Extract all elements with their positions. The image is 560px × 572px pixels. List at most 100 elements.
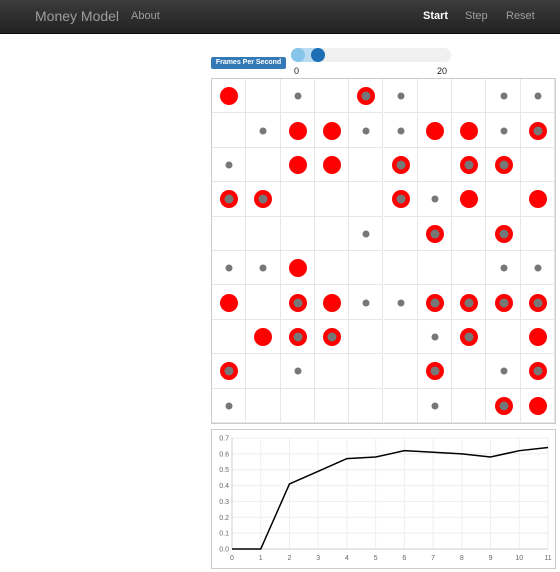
fps-slider[interactable] <box>291 48 451 62</box>
grid-cell <box>452 79 487 114</box>
agent-dot <box>430 366 440 376</box>
wealth-chart: 0.0 0.1 0.2 0.3 0.4 0.5 0.6 0.7 0 1 2 3 4 5 6 7 8 9 10 11 <box>211 429 556 569</box>
agent-dot <box>500 127 508 135</box>
x-tick-label: 7 <box>431 555 435 562</box>
grid-cell <box>452 354 487 389</box>
agent-dot <box>259 127 267 135</box>
agent-dot <box>500 92 508 100</box>
x-tick-label: 8 <box>460 555 464 562</box>
start-button[interactable]: Start <box>423 10 448 22</box>
agent-dot <box>361 91 371 101</box>
agent-dot <box>397 299 405 307</box>
grid-cell <box>349 182 384 217</box>
grid-cell <box>246 79 281 114</box>
agent-dot <box>362 127 370 135</box>
grid-cell <box>383 388 418 423</box>
agent-dot <box>533 298 543 308</box>
agent-dot <box>225 264 233 272</box>
y-tick-label: 0.7 <box>219 436 229 443</box>
agent-rich <box>323 121 342 140</box>
fps-slider-min-handle[interactable] <box>291 48 305 62</box>
grid-cell <box>452 388 487 423</box>
agent-dot <box>362 230 370 238</box>
x-tick-label: 6 <box>402 555 406 562</box>
agent-dot <box>294 367 302 375</box>
grid-cell <box>280 388 315 423</box>
grid-cell <box>417 251 453 286</box>
y-tick-label: 0.6 <box>219 451 229 458</box>
x-tick-label: 11 <box>544 555 551 562</box>
agent-rich <box>528 396 547 415</box>
agent-rich <box>528 328 547 346</box>
grid-cell <box>212 319 247 355</box>
grid-cell <box>349 251 384 286</box>
agent-dot <box>397 92 405 100</box>
agent-dot <box>225 161 233 169</box>
x-tick-label: 4 <box>345 555 349 562</box>
agent-dot <box>224 366 234 376</box>
x-tick-label: 5 <box>374 555 378 562</box>
reset-button[interactable]: Reset <box>506 10 535 22</box>
y-tick-label: 0.5 <box>219 467 229 474</box>
y-tick-label: 0.4 <box>219 483 229 490</box>
fps-slider-max-label: 20 <box>437 66 448 76</box>
series-line <box>232 446 549 550</box>
grid-cell <box>314 79 350 114</box>
agent-dot <box>224 194 234 204</box>
grid-cell <box>383 319 418 355</box>
agent-rich <box>323 293 342 312</box>
grid-cell <box>280 216 315 251</box>
agent-dot <box>534 264 542 272</box>
x-tick-label: 1 <box>259 555 263 562</box>
agent-rich <box>254 328 273 346</box>
grid-cell <box>349 354 384 389</box>
grid-cell <box>349 319 384 355</box>
agent-dot <box>464 332 474 342</box>
grid-cell <box>280 182 315 217</box>
agent-dot <box>259 264 267 272</box>
grid-cell <box>314 354 350 389</box>
agent-dot <box>293 298 303 308</box>
agent-rich <box>460 190 479 209</box>
agent-dot <box>396 194 406 204</box>
agent-dot <box>464 160 474 170</box>
nav-about-link[interactable]: About <box>131 10 160 22</box>
grid-cell <box>314 251 350 286</box>
agent-dot <box>500 367 508 375</box>
fps-slider-max-handle[interactable] <box>311 48 325 62</box>
grid-cell <box>452 216 487 251</box>
agent-rich <box>288 259 307 278</box>
grid-cell <box>314 182 350 217</box>
agent-dot <box>499 401 509 411</box>
wealth-chart-svg: 0.0 0.1 0.2 0.3 0.4 0.5 0.6 0.7 0 1 2 3 4 5 6 7 8 9 10 11 <box>219 436 551 563</box>
agent-dot <box>430 229 440 239</box>
grid-cell <box>314 216 350 251</box>
grid-cell <box>246 216 281 251</box>
fps-slider-min-label: 0 <box>294 66 300 76</box>
agent-dot <box>362 299 370 307</box>
agent-dot <box>327 332 337 342</box>
agent-dot <box>533 126 543 136</box>
agent-dot <box>499 298 509 308</box>
y-tick-label: 0.0 <box>219 547 229 554</box>
agent-dot <box>499 229 509 239</box>
agent-rich <box>220 87 239 106</box>
agent-dot <box>225 402 233 410</box>
top-navbar: Money Model About Start Step Reset <box>0 0 560 34</box>
x-tick-label: 2 <box>288 555 292 562</box>
grid-cell <box>246 147 281 183</box>
grid-cell <box>486 319 521 355</box>
x-tick-label: 10 <box>515 555 523 562</box>
x-tick-label: 0 <box>230 555 234 562</box>
step-button[interactable]: Step <box>465 10 488 22</box>
brand-title[interactable]: Money Model <box>35 8 119 24</box>
grid-cell <box>212 113 247 148</box>
grid-cell <box>486 182 521 217</box>
agent-dot <box>464 298 474 308</box>
x-tick-label: 9 <box>489 555 493 562</box>
agent-rich <box>323 156 342 174</box>
agent-dot <box>396 160 406 170</box>
grid-cell <box>383 216 418 251</box>
agent-rich <box>288 156 307 174</box>
agent-dot <box>499 160 509 170</box>
